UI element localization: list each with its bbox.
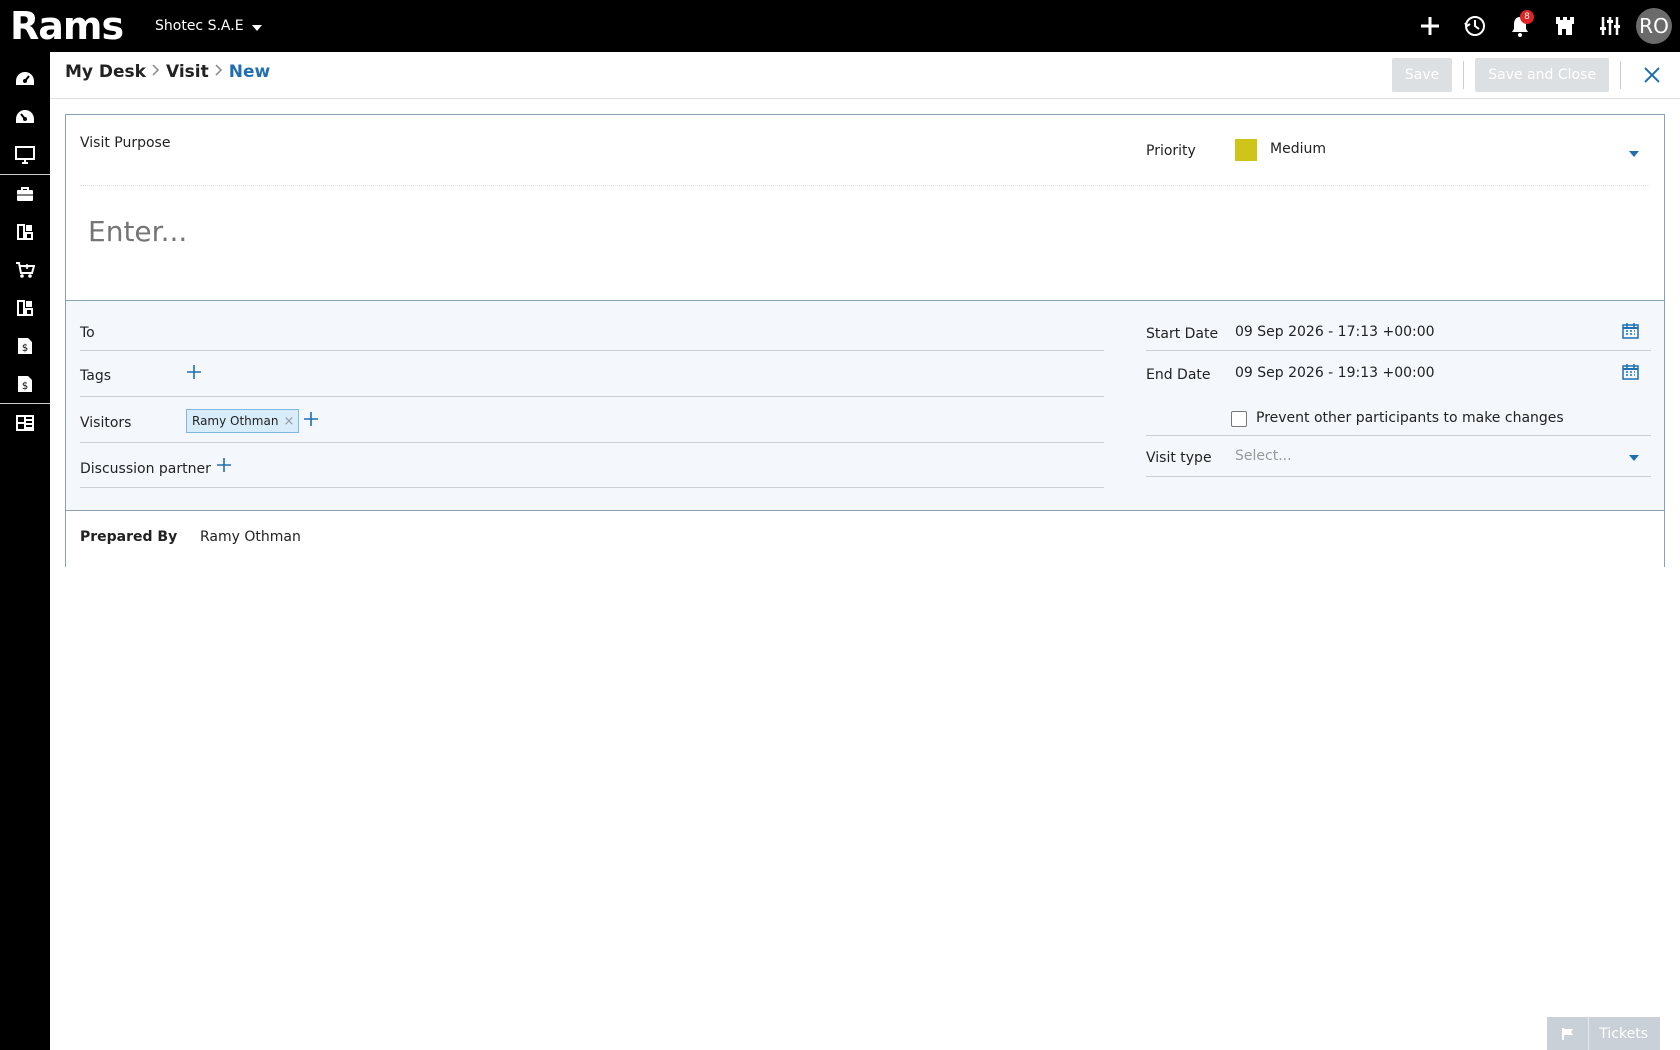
flag-icon xyxy=(1547,1017,1590,1050)
calendar-icon[interactable] xyxy=(1622,363,1639,380)
calendar-icon[interactable] xyxy=(1622,322,1639,339)
history-icon[interactable] xyxy=(1452,0,1497,52)
row-divider xyxy=(80,487,1104,488)
sidebar: $ $ xyxy=(0,52,50,1050)
to-field[interactable] xyxy=(176,313,1104,349)
priority-label: Priority xyxy=(1146,143,1196,159)
notification-badge: 8 xyxy=(1520,10,1534,24)
form-actions: Save Save and Close xyxy=(1391,58,1680,92)
prepared-by-value: Ramy Othman xyxy=(200,529,301,545)
visitors-label: Visitors xyxy=(80,415,132,431)
end-date-label: End Date xyxy=(1146,367,1211,383)
save-and-close-button[interactable]: Save and Close xyxy=(1475,58,1609,92)
add-tag-icon[interactable] xyxy=(185,363,203,381)
start-date-value[interactable]: 09 Sep 2026 - 17:13 +00:00 xyxy=(1235,324,1435,340)
avatar[interactable]: RO xyxy=(1636,8,1672,44)
dashboard-icon[interactable] xyxy=(0,60,50,98)
row-divider xyxy=(80,442,1104,443)
chevron-right-icon xyxy=(215,64,223,80)
prevent-changes-label: Prevent other participants to make chang… xyxy=(1256,410,1564,426)
report-grid-icon[interactable] xyxy=(0,404,50,442)
visit-purpose-input[interactable] xyxy=(80,185,1133,277)
chevron-down-icon xyxy=(1629,151,1639,157)
discussion-partner-label: Discussion partner xyxy=(80,461,211,477)
details-section: To Tags Visitors Ramy Othman × Discussio… xyxy=(66,301,1664,511)
purpose-section: Visit Purpose Priority Medium xyxy=(66,115,1664,301)
monitor-icon[interactable] xyxy=(0,136,50,174)
row-divider xyxy=(80,350,1104,351)
company-selector[interactable]: Shotec S.A.E xyxy=(155,18,262,34)
sliders-icon[interactable] xyxy=(1587,0,1632,52)
dashboard-alt-icon[interactable] xyxy=(0,98,50,136)
breadcrumb-root[interactable]: My Desk xyxy=(65,62,146,82)
priority-color-swatch xyxy=(1235,139,1257,161)
breadcrumb-bar: My Desk Visit New Save Save and Close xyxy=(50,52,1680,99)
visitor-tag-label: Ramy Othman xyxy=(192,414,279,428)
top-actions: 8 RO xyxy=(1407,0,1680,52)
priority-select[interactable]: Medium xyxy=(1235,129,1651,165)
remove-tag-icon[interactable]: × xyxy=(283,414,294,429)
priority-value: Medium xyxy=(1270,141,1326,157)
castle-icon[interactable] xyxy=(1542,0,1587,52)
prepared-by-label: Prepared By xyxy=(80,529,178,545)
sidebar-divider xyxy=(0,174,50,175)
visitor-tag: Ramy Othman × xyxy=(186,409,300,433)
visit-type-select[interactable]: Select... xyxy=(1235,439,1651,473)
visit-type-label: Visit type xyxy=(1146,450,1212,466)
chevron-right-icon xyxy=(152,64,160,80)
breadcrumb-current: New xyxy=(228,62,271,82)
add-discussion-partner-icon[interactable] xyxy=(215,456,233,474)
breadcrumb: My Desk Visit New xyxy=(65,62,270,82)
bell-icon[interactable]: 8 xyxy=(1497,0,1542,52)
row-divider xyxy=(1146,476,1651,477)
row-divider xyxy=(1146,350,1651,351)
plus-icon[interactable] xyxy=(1407,0,1452,52)
app-logo[interactable]: Rams xyxy=(10,4,124,48)
invoice-alt-icon[interactable]: $ xyxy=(0,365,50,403)
row-divider xyxy=(80,396,1104,397)
chevron-down-icon xyxy=(1629,455,1639,461)
svg-text:$: $ xyxy=(22,381,28,392)
start-date-label: Start Date xyxy=(1146,326,1219,342)
prevent-changes-checkbox[interactable] xyxy=(1231,411,1247,427)
tickets-button[interactable]: Tickets xyxy=(1547,1017,1660,1050)
svg-text:$: $ xyxy=(22,343,28,354)
action-divider xyxy=(1620,61,1621,89)
add-visitor-icon[interactable] xyxy=(302,410,320,428)
end-date-value[interactable]: 09 Sep 2026 - 19:13 +00:00 xyxy=(1235,365,1435,381)
top-bar: Rams Shotec S.A.E 8 RO xyxy=(0,0,1680,52)
invoice-icon[interactable]: $ xyxy=(0,327,50,365)
company-name: Shotec S.A.E xyxy=(155,18,244,34)
cart-icon[interactable] xyxy=(0,251,50,289)
prepared-section: Prepared By Ramy Othman xyxy=(66,511,1664,567)
row-divider xyxy=(1146,435,1651,436)
visit-type-placeholder: Select... xyxy=(1235,448,1292,464)
tickets-label: Tickets xyxy=(1599,1025,1648,1042)
to-label: To xyxy=(80,325,95,341)
tags-label: Tags xyxy=(80,368,111,384)
chevron-down-icon xyxy=(251,25,262,31)
visit-form: Visit Purpose Priority Medium To Tags Vi… xyxy=(65,114,1665,567)
modules-icon[interactable] xyxy=(0,213,50,251)
modules-alt-icon[interactable] xyxy=(0,289,50,327)
breadcrumb-section[interactable]: Visit xyxy=(166,62,209,82)
save-button[interactable]: Save xyxy=(1391,58,1453,92)
sidebar-divider xyxy=(0,403,50,404)
action-divider xyxy=(1463,61,1465,89)
close-icon[interactable] xyxy=(1632,58,1672,92)
briefcase-icon[interactable] xyxy=(0,175,50,213)
visit-purpose-label: Visit Purpose xyxy=(80,135,171,151)
